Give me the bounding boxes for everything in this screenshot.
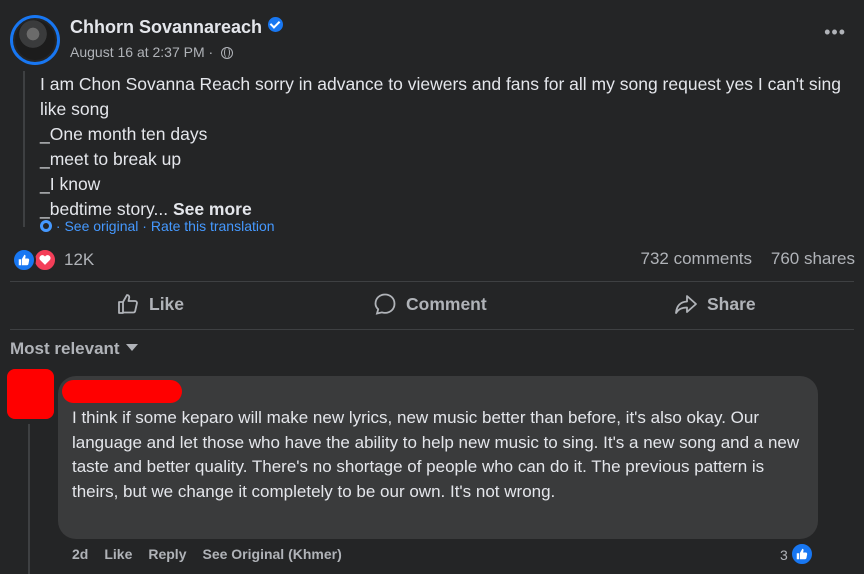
commenter-avatar-redacted[interactable] [7, 369, 54, 419]
rate-translation-link[interactable]: · Rate this translation [142, 218, 274, 234]
post-line: I am Chon Sovanna Reach sorry in advance… [40, 74, 841, 119]
like-button[interactable]: Like [116, 292, 184, 316]
verified-badge-icon [268, 17, 284, 32]
author-avatar[interactable] [10, 15, 60, 65]
like-reaction-icon[interactable] [12, 248, 36, 272]
post-line: _One month ten days [40, 124, 208, 144]
translation-bar: · See original · Rate this translation [40, 218, 275, 234]
post-timestamp[interactable]: August 16 at 2:37 PM · [70, 44, 234, 60]
thread-line [28, 424, 30, 574]
comment-filter-dropdown[interactable]: Most relevant [10, 339, 138, 359]
see-original-link[interactable]: · See original [56, 218, 139, 234]
post-quote-bar [23, 71, 25, 227]
comment-see-original-link[interactable]: See Original (Khmer) [202, 546, 341, 562]
share-arrow-icon [675, 295, 697, 314]
globe-icon [221, 47, 234, 59]
divider [10, 281, 854, 282]
share-button[interactable]: Share [674, 292, 756, 316]
comment-age[interactable]: 2d [72, 546, 88, 562]
commenter-name-redacted[interactable] [62, 380, 182, 403]
post-text: I am Chon Sovanna Reach sorry in advance… [40, 72, 850, 222]
love-reaction-icon[interactable] [33, 248, 57, 272]
post-author[interactable]: Chhorn Sovannareach [70, 17, 284, 38]
comment-reaction-count[interactable]: 3 [780, 547, 788, 563]
post-line: _meet to break up [40, 149, 182, 169]
more-options-icon[interactable]: ••• [824, 22, 846, 43]
comment-text: I think if some keparo will make new lyr… [72, 408, 800, 501]
comment-bubble-icon [374, 293, 396, 315]
thumbs-up-icon [118, 294, 138, 314]
comment-actions: 2d Like Reply See Original (Khmer) [72, 546, 342, 562]
post-line: _bedtime story... [40, 199, 173, 219]
post-line: _I know [40, 174, 101, 194]
comment-button[interactable]: Comment [373, 292, 487, 316]
see-more-link[interactable]: See more [173, 199, 252, 219]
comment-like-button[interactable]: Like [104, 546, 132, 562]
divider [10, 329, 854, 330]
settings-gear-icon[interactable] [40, 220, 52, 232]
comment-reply-button[interactable]: Reply [148, 546, 186, 562]
author-name[interactable]: Chhorn Sovannareach [70, 17, 262, 37]
reaction-count[interactable]: 12K [64, 250, 94, 270]
shares-count[interactable]: 760 shares [771, 249, 855, 269]
dropdown-caret-icon [125, 344, 138, 351]
like-reaction-icon[interactable] [790, 542, 814, 566]
comments-count[interactable]: 732 comments [641, 249, 753, 269]
